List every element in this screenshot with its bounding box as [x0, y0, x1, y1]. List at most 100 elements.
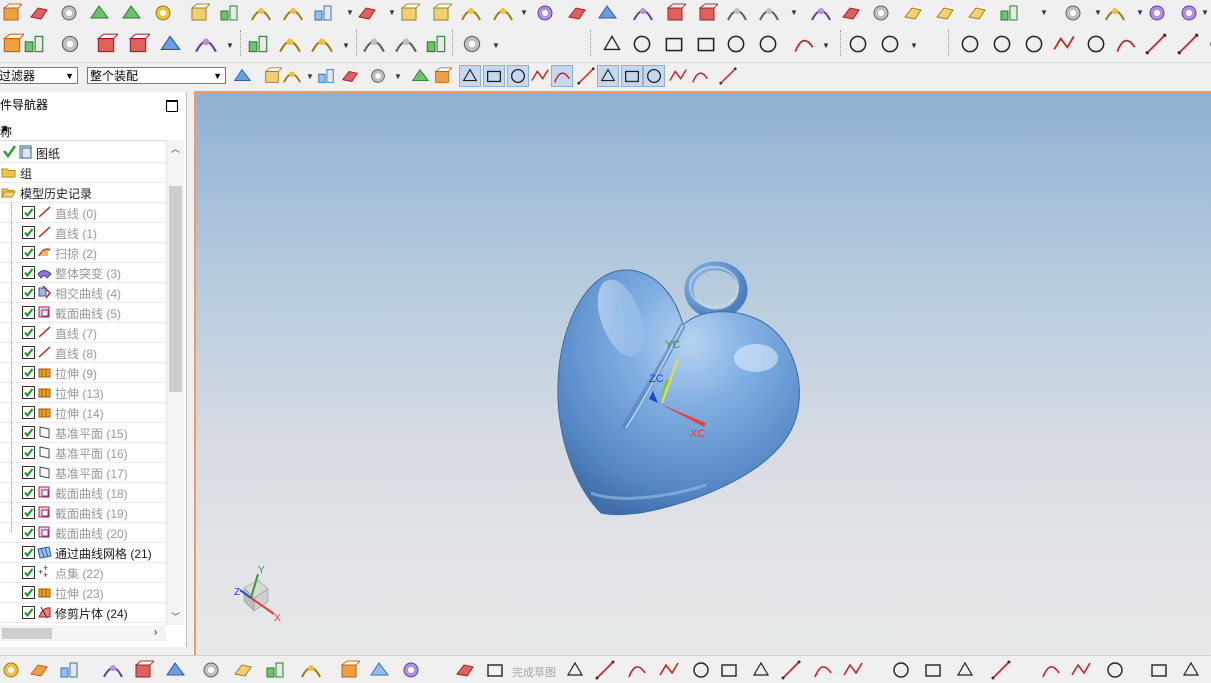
perpendicular-snap-icon[interactable]: [576, 66, 596, 86]
type-filter-dropdown[interactable]: 过滤器 ▼: [0, 67, 78, 84]
thicken-tool-icon[interactable]: [394, 32, 418, 56]
bounded-snap-icon[interactable]: [597, 65, 619, 87]
visibility-checkbox[interactable]: [22, 586, 35, 599]
extend-tool-icon[interactable]: [400, 659, 422, 681]
navigator-row[interactable]: 模型历史记录: [0, 182, 166, 203]
visibility-checkbox[interactable]: [22, 546, 35, 559]
visibility-checkbox[interactable]: [22, 386, 35, 399]
navigator-row[interactable]: 截面曲线 (19): [0, 502, 166, 523]
scrollbar-thumb[interactable]: [2, 628, 52, 639]
offset-tool-icon[interactable]: [600, 32, 624, 56]
chevron-down-icon[interactable]: ▼: [492, 41, 500, 50]
sketch-tool-icon[interactable]: [870, 2, 892, 24]
trim-tool-icon[interactable]: [368, 659, 390, 681]
navigator-row[interactable]: 拉伸 (23): [0, 582, 166, 603]
navigator-row[interactable]: 直线 (1): [0, 222, 166, 243]
navigator-row[interactable]: 直线 (7): [0, 322, 166, 343]
revolve-tool-icon[interactable]: [94, 32, 118, 56]
show-tool-icon[interactable]: [1104, 659, 1126, 681]
cylinder-tool-icon[interactable]: [1084, 32, 1108, 56]
navigator-row[interactable]: 扫掠 (2): [0, 242, 166, 263]
navigator-row[interactable]: 相交曲线 (4): [0, 282, 166, 303]
navigator-row[interactable]: 通过曲线网格 (21): [0, 542, 166, 563]
visibility-checkbox[interactable]: [22, 426, 35, 439]
point-tool-icon[interactable]: [756, 32, 780, 56]
profile-tool-icon[interactable]: [564, 659, 586, 681]
point-tool-icon[interactable]: [840, 2, 862, 24]
thicken-tool-icon[interactable]: [218, 2, 240, 24]
horizontal-scrollbar[interactable]: ›: [0, 625, 166, 642]
chamfer-tool-icon[interactable]: [534, 2, 556, 24]
sweep-tool-icon[interactable]: [998, 2, 1020, 24]
visibility-checkbox[interactable]: [22, 446, 35, 459]
surface-tool-icon[interactable]: [282, 2, 304, 24]
visibility-checkbox[interactable]: [22, 226, 35, 239]
body-snap-icon[interactable]: [690, 66, 710, 86]
rectangle-tool-icon[interactable]: [690, 659, 712, 681]
polar-snap-icon[interactable]: [621, 65, 643, 87]
vertical-scrollbar[interactable]: ︿ ﹀: [166, 140, 184, 625]
blend-tool-icon[interactable]: [1146, 2, 1168, 24]
revolve-tool-icon[interactable]: [356, 2, 378, 24]
midpoint-snap-icon[interactable]: [316, 66, 336, 86]
chevron-down-icon[interactable]: ▼: [226, 41, 234, 50]
hole-tool-icon[interactable]: [1114, 32, 1138, 56]
navigator-row[interactable]: 拉伸 (14): [0, 402, 166, 423]
chevron-down-icon[interactable]: ▼: [1136, 8, 1144, 17]
navigator-row[interactable]: 拉伸 (9): [0, 362, 166, 383]
navigator-row[interactable]: 拉伸 (13): [0, 382, 166, 403]
navigator-row[interactable]: 截面曲线 (5): [0, 302, 166, 323]
heart-pendant-body[interactable]: [557, 269, 800, 516]
selection-scope-dropdown[interactable]: 整个装配 ▼: [87, 67, 226, 84]
navigator-row[interactable]: 组: [0, 162, 166, 183]
cylinder-tool-icon[interactable]: [758, 2, 780, 24]
visibility-checkbox[interactable]: [22, 326, 35, 339]
line-tool-icon[interactable]: [594, 659, 616, 681]
conic-tool-icon[interactable]: [812, 659, 834, 681]
datum-tool-icon[interactable]: [810, 2, 832, 24]
chevron-down-icon[interactable]: ▼: [822, 41, 830, 50]
arc-tool-icon[interactable]: [626, 659, 648, 681]
mesh-tool-icon[interactable]: [724, 32, 748, 56]
visibility-checkbox[interactable]: [22, 486, 35, 499]
intersection-snap-icon[interactable]: [368, 66, 388, 86]
navigator-row[interactable]: 直线 (0): [0, 202, 166, 223]
control-snap-icon[interactable]: [340, 66, 360, 86]
mirror-tool-icon[interactable]: [424, 32, 448, 56]
visibility-checkbox[interactable]: [22, 366, 35, 379]
chevron-down-icon[interactable]: ▼: [306, 72, 314, 81]
intersect-tool-icon[interactable]: [232, 659, 254, 681]
pendant-loop[interactable]: [684, 261, 748, 319]
edge-snap-icon[interactable]: [668, 66, 688, 86]
scrollbar-thumb[interactable]: [169, 186, 182, 392]
chevron-down-icon[interactable]: ▼: [910, 41, 918, 50]
sew-tool-icon[interactable]: [460, 32, 484, 56]
visibility-checkbox[interactable]: [22, 606, 35, 619]
datum-tool-icon[interactable]: [664, 2, 686, 24]
measure-tool-icon[interactable]: [28, 2, 50, 24]
convert-tool-icon[interactable]: [1148, 659, 1170, 681]
scroll-down-icon[interactable]: ﹀: [171, 610, 180, 623]
cylinder-tool-icon[interactable]: [88, 2, 110, 24]
endpoint-snap-icon[interactable]: [282, 66, 302, 86]
navigator-row[interactable]: 基准平面 (15): [0, 422, 166, 443]
chamfer-tool-icon[interactable]: [338, 659, 360, 681]
visibility-checkbox[interactable]: [22, 266, 35, 279]
scroll-right-icon[interactable]: ›: [154, 627, 157, 638]
navigator-row[interactable]: 直线 (8): [0, 342, 166, 363]
trim-tool-icon[interactable]: [362, 32, 386, 56]
studio-spline-tool-icon[interactable]: [842, 659, 864, 681]
chevron-down-icon[interactable]: ▼: [346, 8, 354, 17]
circle-tool-icon[interactable]: [658, 659, 680, 681]
visibility-checkbox[interactable]: [22, 306, 35, 319]
visibility-checkbox[interactable]: [22, 286, 35, 299]
tangent-snap-icon[interactable]: [551, 65, 573, 87]
move-tool-icon[interactable]: [484, 659, 506, 681]
split-tool-icon[interactable]: [566, 2, 588, 24]
mirror-curve-tool-icon[interactable]: [102, 659, 124, 681]
spline-tool-icon[interactable]: [780, 659, 802, 681]
analyze-tool-icon[interactable]: [1052, 32, 1076, 56]
unite-tool-icon[interactable]: [662, 32, 686, 56]
datum-tool-icon[interactable]: [990, 32, 1014, 56]
navigator-row[interactable]: + + + 点集 (22): [0, 562, 166, 583]
